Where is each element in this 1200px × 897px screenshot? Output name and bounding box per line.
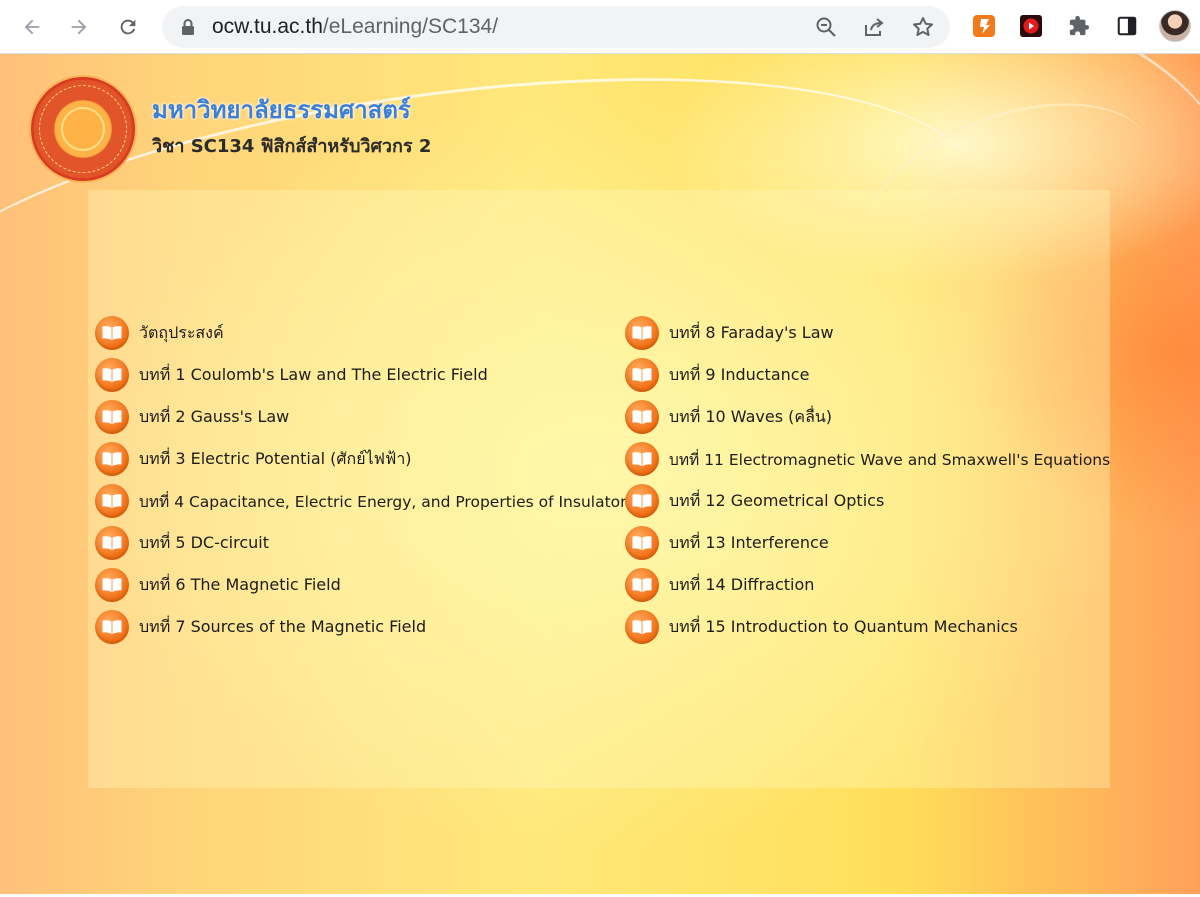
book-icon — [95, 316, 129, 350]
university-logo — [31, 77, 135, 181]
book-icon — [95, 484, 129, 518]
book-icon — [95, 358, 129, 392]
lesson-list-right: บทที่ 8 Faraday's Law บทที่ 9 Inductance… — [625, 312, 1110, 648]
lesson-link[interactable]: บทที่ 7 Sources of the Magnetic Field — [95, 606, 635, 648]
lesson-link[interactable]: วัตถุประสงค์ — [95, 312, 635, 354]
book-icon — [625, 484, 659, 518]
zoom-icon[interactable] — [814, 15, 838, 39]
star-icon[interactable] — [911, 15, 935, 39]
lesson-link[interactable]: บทที่ 4 Capacitance, Electric Energy, an… — [95, 480, 635, 522]
page-content: มหาวิทยาลัยธรรมศาสตร์ วิชา SC134 ฟิสิกส์… — [0, 54, 1200, 894]
course-title: วิชา SC134 ฟิสิกส์สำหรับวิศวกร 2 — [152, 136, 432, 157]
profile-avatar[interactable] — [1159, 10, 1191, 42]
share-icon[interactable] — [862, 15, 886, 39]
lesson-link[interactable]: บทที่ 8 Faraday's Law — [625, 312, 1110, 354]
book-icon — [95, 400, 129, 434]
lesson-label: บทที่ 13 Interference — [669, 532, 829, 552]
lesson-label: วัตถุประสงค์ — [139, 322, 224, 342]
book-icon — [95, 526, 129, 560]
extension-orange-icon[interactable] — [971, 13, 997, 39]
browser-toolbar: ocw.tu.ac.th/eLearning/SC134/ — [0, 0, 1200, 54]
reload-icon — [120, 19, 136, 35]
lesson-label: บทที่ 1 Coulomb's Law and The Electric F… — [139, 364, 488, 384]
lesson-link[interactable]: บทที่ 3 Electric Potential (ศักย์ไฟฟ้า) — [95, 438, 635, 480]
lesson-link[interactable]: บทที่ 13 Interference — [625, 522, 1110, 564]
lesson-link[interactable]: บทที่ 9 Inductance — [625, 354, 1110, 396]
lesson-label: บทที่ 11 Electromagnetic Wave and Smaxwe… — [669, 450, 1111, 469]
lesson-label: บทที่ 2 Gauss's Law — [139, 406, 290, 426]
lesson-link[interactable]: บทที่ 15 Introduction to Quantum Mechani… — [625, 606, 1110, 648]
book-icon — [625, 526, 659, 560]
book-icon — [95, 610, 129, 644]
extension-video-icon[interactable] — [1018, 13, 1044, 39]
lesson-label: บทที่ 4 Capacitance, Electric Energy, an… — [139, 492, 635, 511]
lesson-list-left: วัตถุประสงค์ บทที่ 1 Coulomb's Law and T… — [95, 312, 635, 648]
book-icon — [625, 568, 659, 602]
forward-button[interactable] — [61, 9, 97, 45]
side-panel-icon — [1117, 16, 1137, 36]
lesson-label: บทที่ 3 Electric Potential (ศักย์ไฟฟ้า) — [139, 448, 412, 468]
lesson-label: บทที่ 9 Inductance — [669, 364, 810, 384]
lesson-label: บทที่ 14 Diffraction — [669, 574, 815, 594]
lesson-link[interactable]: บทที่ 12 Geometrical Optics — [625, 480, 1110, 522]
book-icon — [95, 442, 129, 476]
university-name: มหาวิทยาลัยธรรมศาสตร์ — [152, 96, 411, 124]
lock-icon — [182, 19, 194, 35]
address-bar[interactable]: ocw.tu.ac.th/eLearning/SC134/ — [162, 6, 950, 48]
book-icon — [625, 358, 659, 392]
extensions-button[interactable] — [1066, 13, 1092, 39]
lesson-label: บทที่ 15 Introduction to Quantum Mechani… — [669, 616, 1018, 636]
url-text[interactable]: ocw.tu.ac.th/eLearning/SC134/ — [212, 6, 498, 48]
book-icon — [625, 442, 659, 476]
lesson-label: บทที่ 8 Faraday's Law — [669, 322, 834, 342]
reload-button[interactable] — [110, 9, 146, 45]
back-arrow-icon — [24, 19, 40, 35]
lesson-link[interactable]: บทที่ 11 Electromagnetic Wave and Smaxwe… — [625, 438, 1110, 480]
book-icon — [95, 568, 129, 602]
lesson-label: บทที่ 12 Geometrical Optics — [669, 490, 885, 510]
url-path: /eLearning/SC134/ — [322, 15, 499, 38]
lesson-label: บทที่ 5 DC-circuit — [139, 532, 269, 552]
lesson-link[interactable]: บทที่ 10 Waves (คลื่น) — [625, 396, 1110, 438]
lesson-link[interactable]: บทที่ 6 The Magnetic Field — [95, 564, 635, 606]
lesson-label: บทที่ 7 Sources of the Magnetic Field — [139, 616, 427, 636]
lesson-link[interactable]: บทที่ 5 DC-circuit — [95, 522, 635, 564]
back-button[interactable] — [14, 9, 50, 45]
book-icon — [625, 316, 659, 350]
lesson-link[interactable]: บทที่ 2 Gauss's Law — [95, 396, 635, 438]
lesson-link[interactable]: บทที่ 1 Coulomb's Law and The Electric F… — [95, 354, 635, 396]
lesson-label: บทที่ 6 The Magnetic Field — [139, 574, 341, 594]
lesson-label: บทที่ 10 Waves (คลื่น) — [669, 406, 833, 426]
url-host: ocw.tu.ac.th — [212, 15, 323, 38]
book-icon — [625, 610, 659, 644]
lesson-link[interactable]: บทที่ 14 Diffraction — [625, 564, 1110, 606]
puzzle-icon — [1069, 15, 1090, 36]
book-icon — [625, 400, 659, 434]
side-panel-button[interactable] — [1114, 13, 1140, 39]
forward-arrow-icon — [71, 19, 87, 35]
